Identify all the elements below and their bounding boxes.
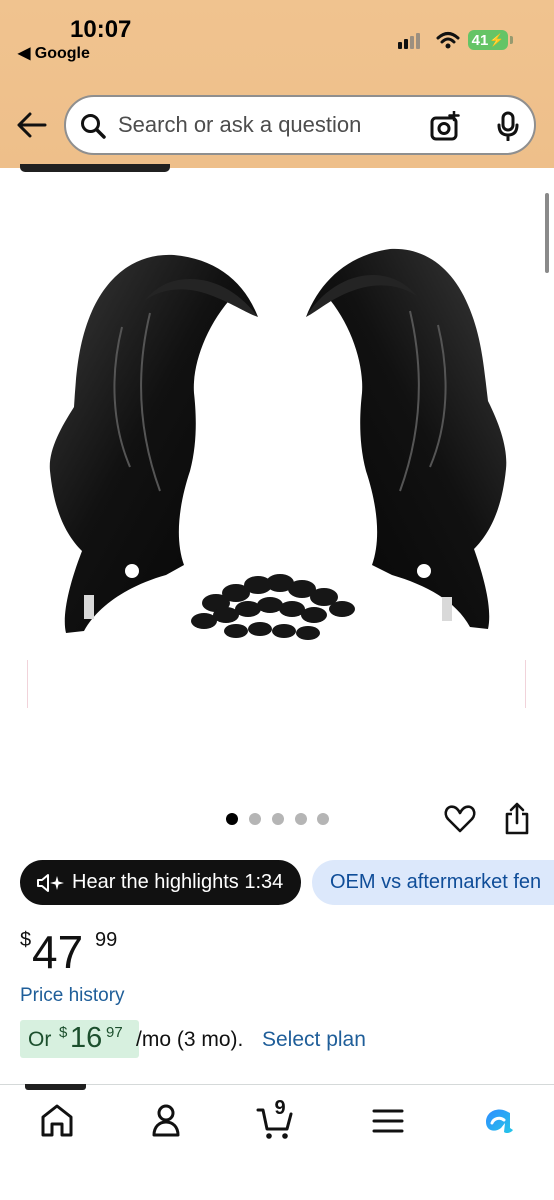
gallery-edge-left xyxy=(27,660,28,708)
installment-price-badge: Or $ 16 97 xyxy=(20,1020,139,1058)
wifi-icon xyxy=(436,32,460,49)
right-fender-liner xyxy=(306,248,507,629)
select-plan-link[interactable]: Select plan xyxy=(262,1028,366,1052)
installment-whole: 16 xyxy=(70,1022,103,1054)
scroll-indicator xyxy=(545,193,549,273)
left-fender-liner xyxy=(49,254,258,633)
cart-icon xyxy=(256,1108,293,1139)
carousel-dot-2[interactable] xyxy=(249,813,261,825)
menu-icon[interactable] xyxy=(368,1101,408,1141)
left-liner-hole xyxy=(125,564,139,578)
battery-icon: 41 ⚡ xyxy=(468,30,513,50)
microphone-icon[interactable] xyxy=(496,111,520,141)
carousel-dot-3[interactable] xyxy=(272,813,284,825)
installment-term: /mo (3 mo). xyxy=(136,1028,244,1051)
price-whole: 47 xyxy=(32,926,84,978)
carousel-dot-5[interactable] xyxy=(317,813,329,825)
price-history-link[interactable]: Price history xyxy=(20,985,125,1007)
search-input[interactable] xyxy=(118,97,408,153)
cart-button[interactable]: 9 xyxy=(255,1097,295,1141)
charging-icon: ⚡ xyxy=(489,33,505,47)
carousel-dot-4[interactable] xyxy=(295,813,307,825)
oem-vs-aftermarket-chip[interactable]: OEM vs aftermarket fen xyxy=(312,860,554,905)
top-header: 10:07 ◀ Google 41 ⚡ xyxy=(0,0,554,172)
gallery-edge-right xyxy=(525,660,526,708)
product-image[interactable] xyxy=(20,205,534,720)
installment-fraction: 97 xyxy=(106,1024,123,1041)
search-bar[interactable] xyxy=(64,95,536,155)
cellular-signal-icon xyxy=(398,33,420,49)
price-currency: $ xyxy=(20,929,32,951)
hear-highlights-label: Hear the highlights 1:34 xyxy=(72,871,284,893)
image-carousel-dots[interactable] xyxy=(226,813,336,825)
back-to-google-link[interactable]: ◀ Google xyxy=(18,43,90,63)
back-arrow-icon[interactable] xyxy=(16,110,48,140)
hear-highlights-button[interactable]: Hear the highlights 1:34 xyxy=(20,860,301,905)
right-liner-hole xyxy=(417,564,431,578)
installment-currency: $ xyxy=(59,1024,68,1041)
camera-search-icon[interactable] xyxy=(430,111,460,141)
heart-icon[interactable] xyxy=(444,803,476,835)
installment-prefix: Or xyxy=(28,1028,52,1051)
share-icon[interactable] xyxy=(503,801,531,835)
left-liner-label xyxy=(84,595,94,619)
status-time: 10:07 xyxy=(70,16,132,43)
search-icon xyxy=(81,114,106,139)
bottom-tab-stub xyxy=(25,1084,86,1090)
carousel-dot-1[interactable] xyxy=(226,813,238,825)
header-tab-stub xyxy=(20,164,170,172)
rufus-assistant-icon[interactable] xyxy=(478,1101,518,1141)
price-fraction: 99 xyxy=(95,929,118,951)
battery-level: 41 xyxy=(471,31,489,49)
speaker-sparkle-icon xyxy=(37,873,64,892)
account-icon[interactable] xyxy=(146,1101,186,1141)
right-liner-label xyxy=(442,597,452,621)
oem-chip-label: OEM vs aftermarket fen xyxy=(330,871,542,893)
push-clips xyxy=(191,574,355,640)
home-icon[interactable] xyxy=(37,1101,77,1141)
bottom-navigation: 9 xyxy=(0,1084,554,1200)
